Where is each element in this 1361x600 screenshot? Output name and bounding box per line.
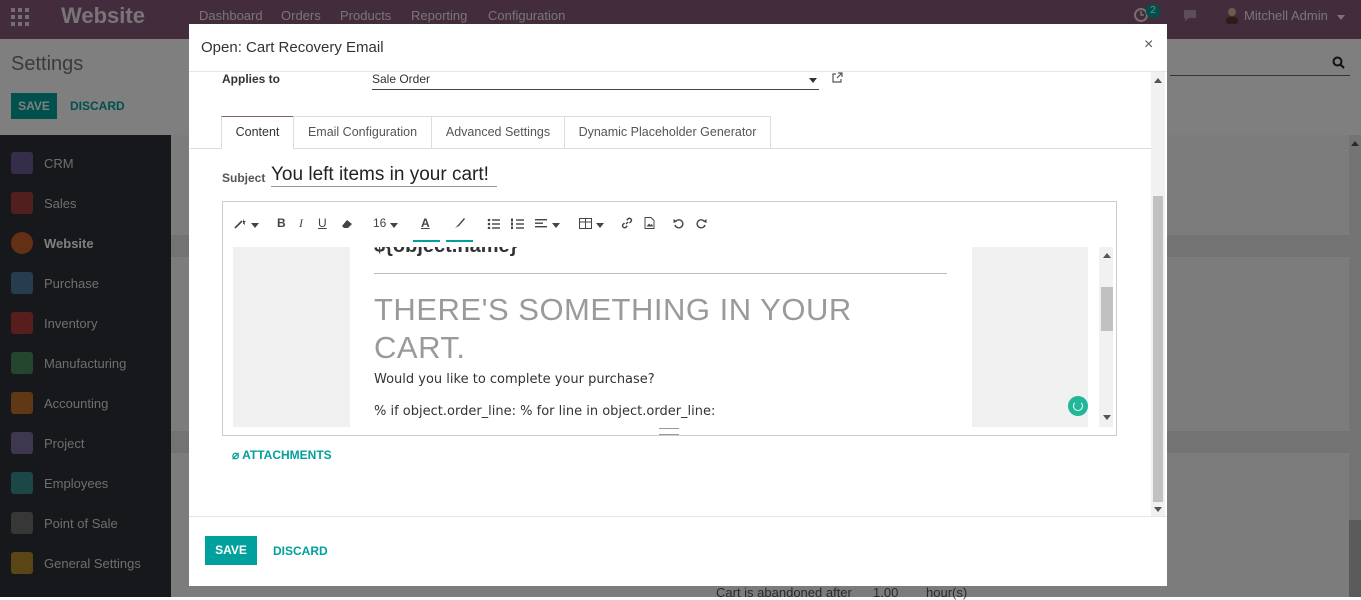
paragraph-align-icon[interactable] [535, 218, 547, 229]
email-body[interactable]: ${object.name} THERE'S SOMETHING IN YOUR… [350, 247, 972, 427]
email-heading[interactable]: THERE'S SOMETHING IN YOUR CART. [374, 291, 934, 367]
modal-scrollbar-thumb[interactable] [1153, 196, 1163, 502]
table-icon[interactable] [579, 218, 592, 229]
applies-to-label: Applies to [222, 72, 281, 86]
chevron-down-icon [552, 223, 560, 228]
magic-wand-style-icon[interactable] [233, 218, 247, 230]
paperclip-icon: ⌀ [232, 448, 240, 462]
chevron-down-icon [251, 223, 259, 228]
subject-label: Subject [222, 171, 266, 185]
modal-header: Open: Cart Recovery Email × [189, 24, 1167, 72]
close-icon[interactable]: × [1144, 36, 1153, 54]
editor-resize-handle[interactable] [659, 428, 679, 435]
eraser-icon[interactable] [341, 218, 354, 229]
redo-icon[interactable] [696, 218, 707, 229]
modal-body: Applies to Sale Order Content Email Conf… [190, 72, 1151, 516]
bulleted-list-icon[interactable] [487, 218, 500, 229]
save-button[interactable]: SAVE [205, 536, 257, 565]
editor-toolbar: B I U 16 A [223, 202, 1116, 247]
text-color-indicator [413, 240, 440, 242]
object-name-placeholder[interactable]: ${object.name} [374, 247, 517, 258]
loading-spinner-icon [1068, 396, 1088, 416]
applies-to-value: Sale Order [372, 72, 431, 86]
editor-scroll-up-icon[interactable] [1103, 253, 1111, 258]
editor-scrollbar[interactable] [1099, 247, 1113, 427]
subject-input[interactable]: You left items in your cart! [271, 164, 497, 187]
underline-icon[interactable]: U [318, 216, 327, 230]
chevron-down-icon [596, 223, 604, 228]
tab-email-configuration[interactable]: Email Configuration [293, 116, 432, 148]
font-size-select[interactable]: 16 [373, 216, 386, 230]
attachments-label: ATTACHMENTS [242, 448, 332, 462]
italic-icon[interactable]: I [299, 216, 303, 231]
editor-scroll-down-icon[interactable] [1103, 415, 1111, 420]
external-link-icon[interactable] [831, 72, 843, 84]
image-file-icon[interactable] [644, 217, 655, 229]
link-icon[interactable] [621, 217, 633, 229]
bold-icon[interactable]: B [277, 216, 286, 230]
highlight-brush-icon[interactable] [453, 216, 466, 230]
html-editor: B I U 16 A THERE'S SOMETHING IN YOUR CAR… [222, 201, 1117, 436]
numbered-list-icon[interactable] [511, 218, 524, 229]
email-template-code[interactable]: % if object.order_line: % for line in ob… [374, 404, 715, 419]
modal-footer: SAVE DISCARD [189, 516, 1167, 587]
discard-button[interactable]: DISCARD [273, 544, 328, 558]
chevron-down-icon [390, 223, 398, 228]
text-color-icon[interactable]: A [421, 216, 430, 230]
highlight-color-indicator [446, 240, 473, 242]
email-paragraph[interactable]: Would you like to complete your purchase… [374, 372, 655, 387]
tab-advanced-settings[interactable]: Advanced Settings [431, 116, 565, 148]
editor-scrollbar-thumb[interactable] [1101, 287, 1113, 331]
chevron-down-icon [809, 78, 817, 83]
tab-content[interactable]: Content [221, 116, 294, 149]
cart-recovery-email-dialog: Open: Cart Recovery Email × Applies to S… [189, 24, 1167, 586]
divider [374, 273, 947, 274]
attachments-button[interactable]: ⌀ ATTACHMENTS [232, 448, 332, 462]
modal-scroll-up-icon[interactable] [1154, 78, 1162, 83]
tab-dynamic-placeholder-generator[interactable]: Dynamic Placeholder Generator [564, 116, 771, 148]
form-tabs: Content Email Configuration Advanced Set… [190, 116, 1151, 149]
editor-content-area[interactable]: ${object.name} THERE'S SOMETHING IN YOUR… [233, 247, 1088, 427]
applies-to-select[interactable]: Sale Order [372, 72, 819, 90]
modal-title: Open: Cart Recovery Email [201, 39, 384, 56]
undo-icon[interactable] [673, 218, 684, 229]
modal-scroll-down-icon[interactable] [1154, 507, 1162, 512]
